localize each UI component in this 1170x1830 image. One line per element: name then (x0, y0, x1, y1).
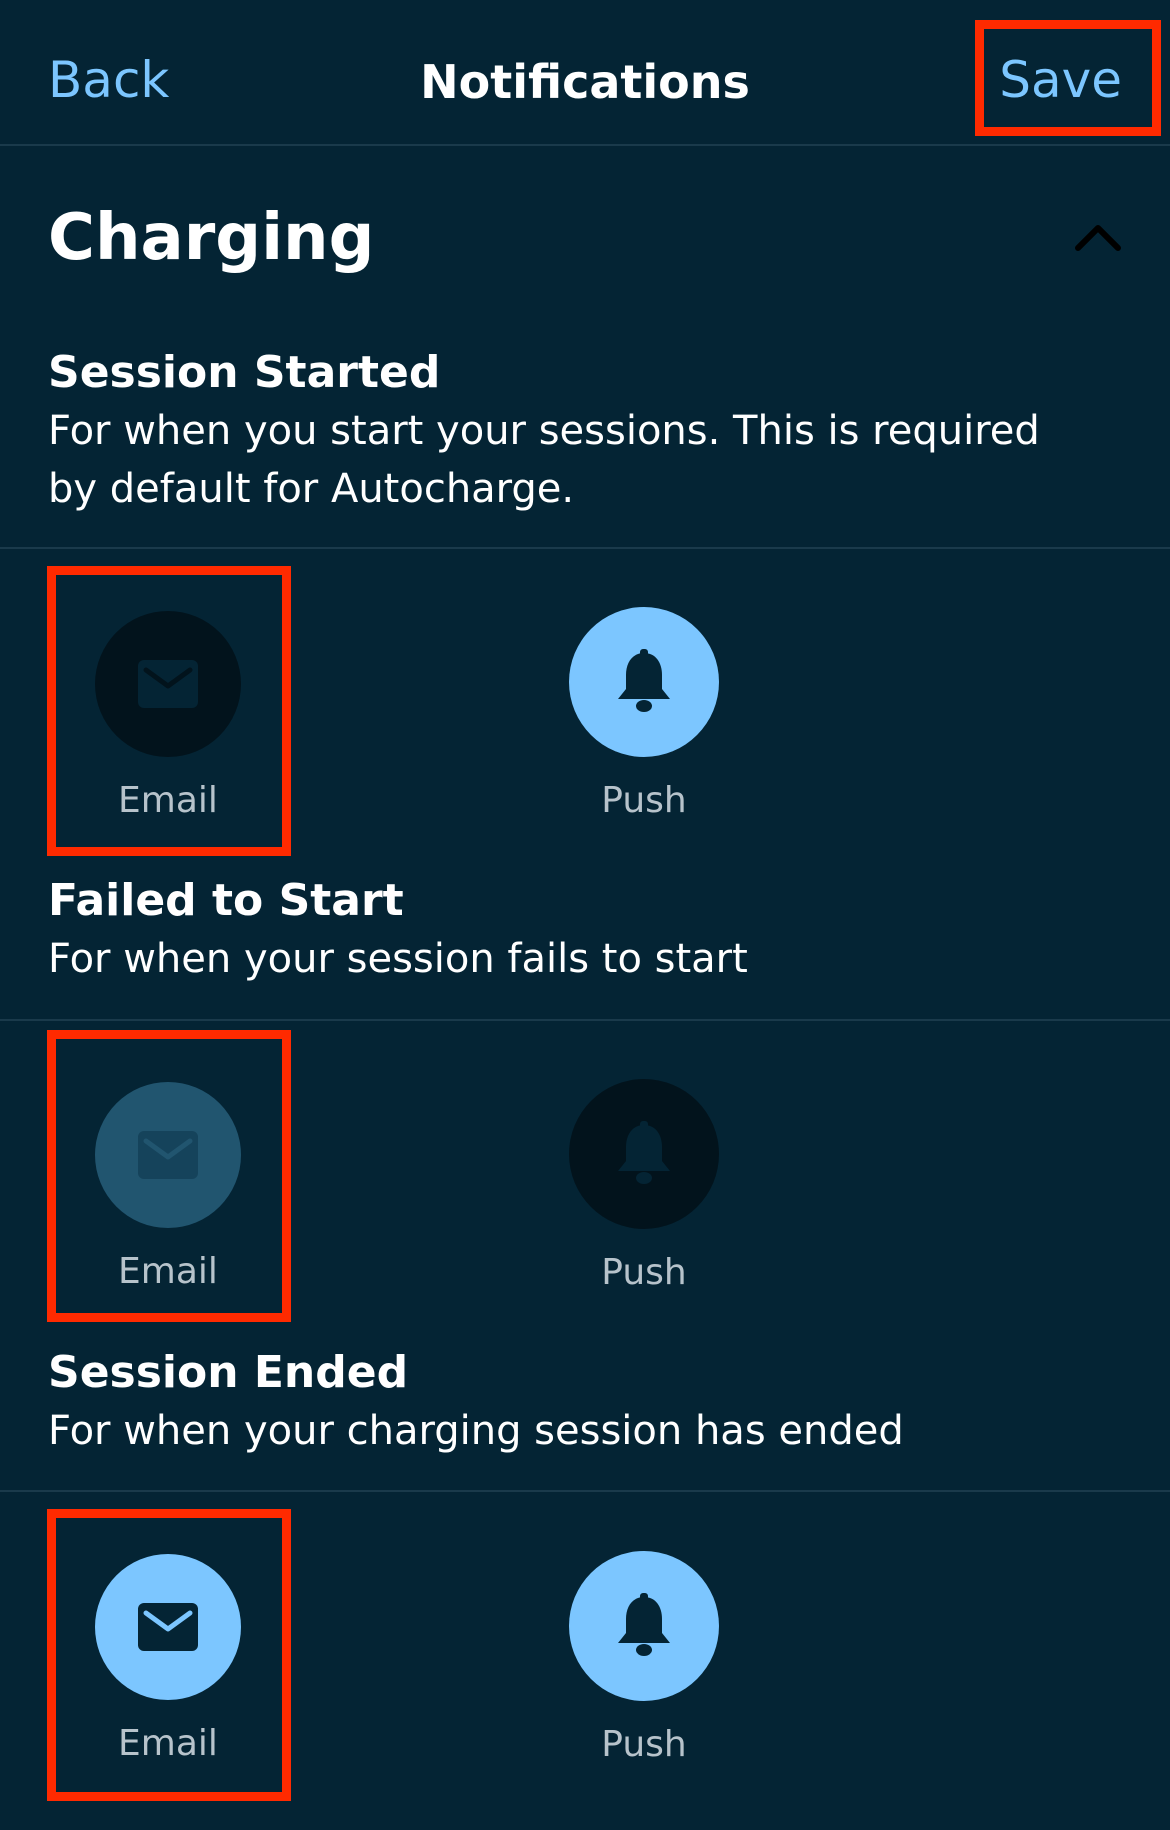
email-option-failed-to-start[interactable]: Email (68, 1082, 268, 1294)
notification-description-line2: by default for Autocharge. (48, 466, 575, 512)
notification-title: Session Ended (48, 1347, 409, 1398)
envelope-icon (138, 1131, 198, 1179)
email-toggle[interactable] (95, 1554, 241, 1700)
nav-bar: Back Notifications Save (0, 0, 1170, 146)
divider (0, 547, 1170, 549)
notification-session-started-info: Session Started For when you start your … (48, 344, 1128, 518)
envelope-icon (138, 1603, 198, 1651)
back-button[interactable]: Back (48, 50, 169, 110)
section-title: Charging (48, 201, 375, 275)
push-toggle[interactable] (569, 1551, 719, 1701)
notification-description-line1: For when you start your sessions. This i… (48, 408, 1040, 454)
section-header-charging[interactable]: Charging (0, 148, 1170, 328)
bell-icon (618, 1121, 670, 1184)
bell-icon (618, 649, 670, 712)
envelope-icon (138, 660, 198, 708)
notification-description-line1: For when your session fails to start (48, 936, 748, 982)
email-label: Email (118, 780, 218, 821)
push-option-session-started[interactable]: Push (544, 607, 744, 823)
push-label: Push (601, 1252, 687, 1293)
push-option-session-ended[interactable]: Push (544, 1551, 744, 1767)
notification-description-line1: For when your charging session has ended (48, 1408, 904, 1454)
push-option-failed-to-start[interactable]: Push (544, 1079, 744, 1295)
bell-icon (618, 1593, 670, 1656)
divider (0, 1490, 1170, 1492)
push-toggle[interactable] (569, 607, 719, 757)
save-button[interactable]: Save (999, 50, 1122, 110)
email-option-session-ended[interactable]: Email (68, 1554, 268, 1766)
push-label: Push (601, 780, 687, 821)
divider (0, 1019, 1170, 1021)
notification-failed-to-start-info: Failed to Start For when your session fa… (48, 872, 1128, 988)
push-toggle[interactable] (569, 1079, 719, 1229)
email-label: Email (118, 1723, 218, 1764)
chevron-up-icon[interactable] (1074, 218, 1122, 258)
notification-title: Failed to Start (48, 875, 404, 926)
notification-title: Session Started (48, 347, 441, 398)
email-toggle[interactable] (95, 611, 241, 757)
notification-session-ended-info: Session Ended For when your charging ses… (48, 1344, 1128, 1460)
notifications-screen: Back Notifications Save Charging Session… (0, 0, 1170, 1830)
push-label: Push (601, 1724, 687, 1765)
email-label: Email (118, 1251, 218, 1292)
email-toggle[interactable] (95, 1082, 241, 1228)
email-option-session-started[interactable]: Email (68, 611, 268, 823)
page-title: Notifications (420, 55, 750, 109)
